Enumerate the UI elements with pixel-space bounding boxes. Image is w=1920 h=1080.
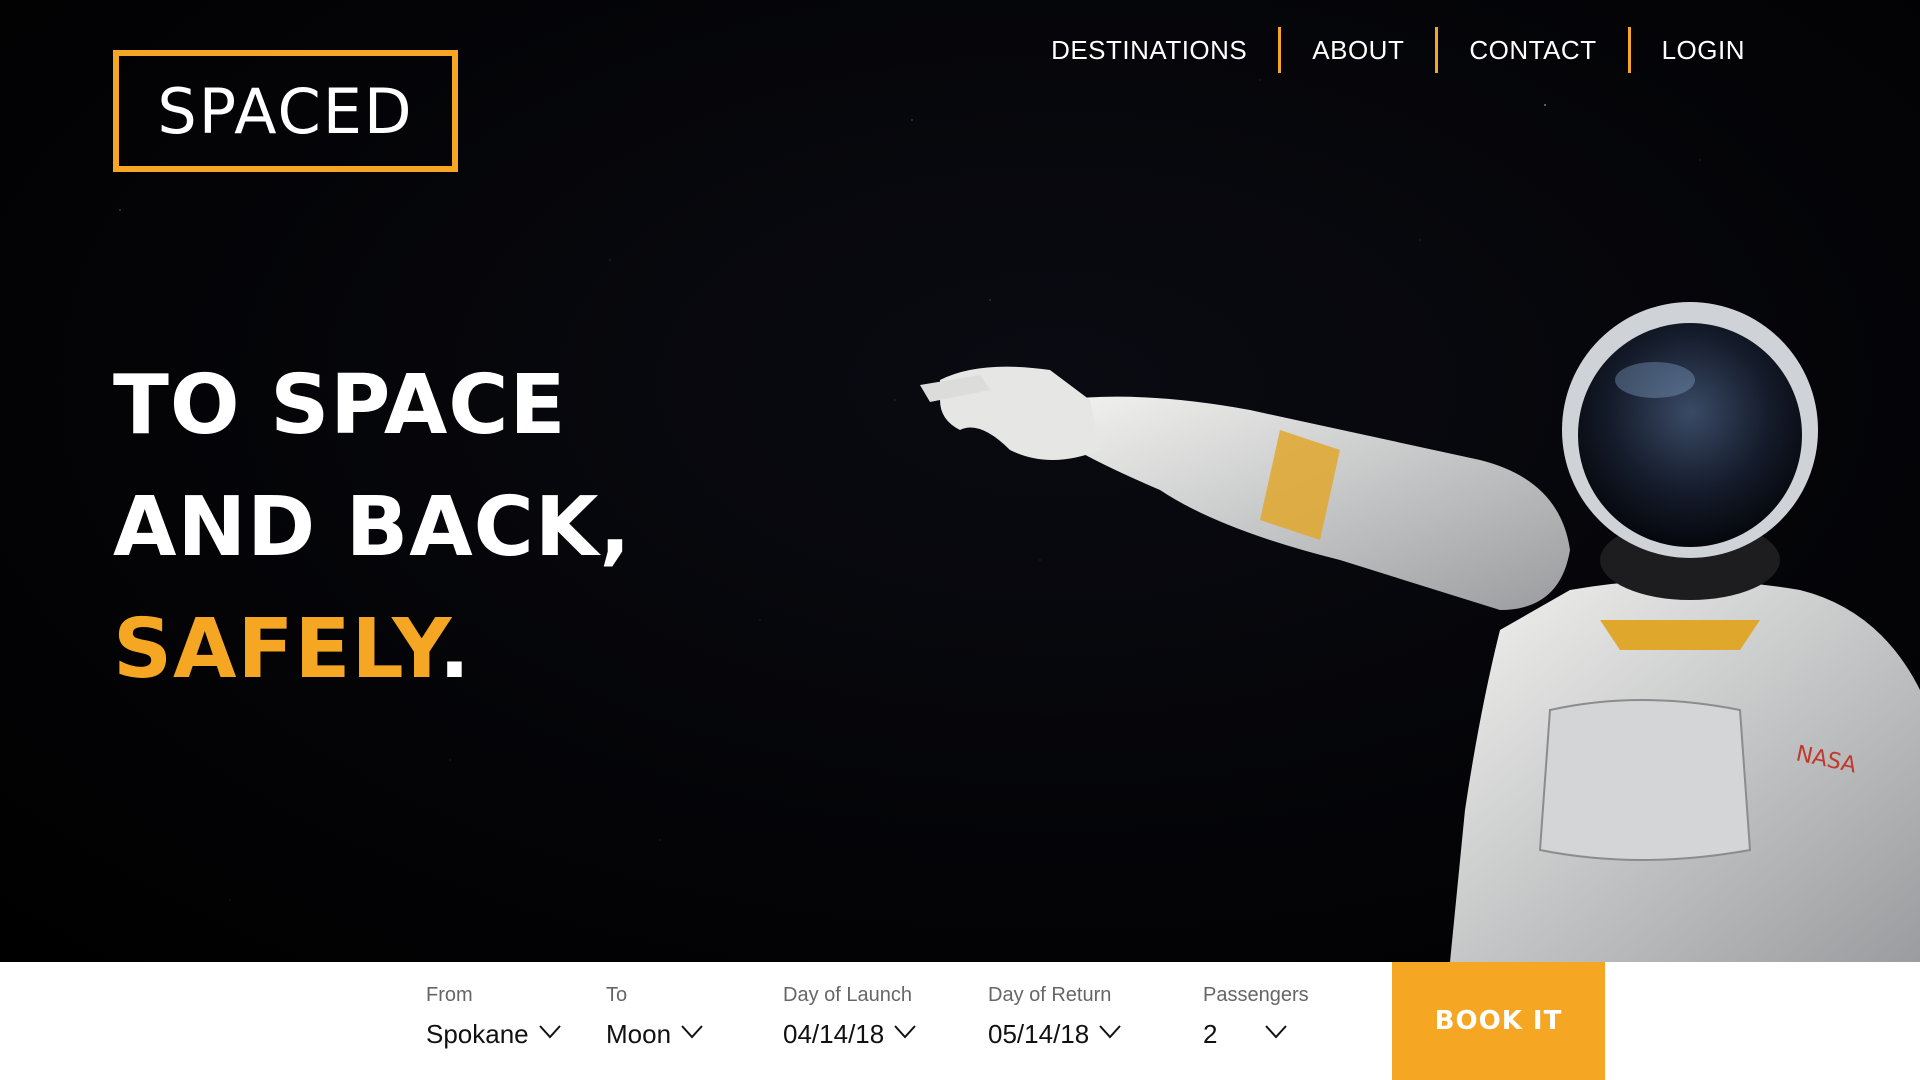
hero-headline: TO SPACE AND BACK, SAFELY. — [113, 345, 632, 711]
nav-login[interactable]: LOGIN — [1631, 26, 1745, 74]
nav-destinations[interactable]: DESTINATIONS — [1020, 26, 1278, 74]
nav-contact[interactable]: CONTACT — [1438, 26, 1627, 74]
headline-line-2: AND BACK, — [113, 480, 632, 575]
chevron-down-icon[interactable] — [681, 1024, 703, 1045]
booking-bar: From Spokane To Moon Day of Launch 04/14… — [0, 962, 1920, 1080]
passengers-value: 2 — [1203, 1019, 1218, 1049]
site-logo[interactable]: SPACED — [113, 50, 458, 172]
chevron-down-icon[interactable] — [538, 1024, 561, 1045]
chevron-down-icon[interactable] — [1099, 1024, 1121, 1045]
passengers-field[interactable]: Passengers 2 — [1203, 984, 1309, 1050]
launch-date-field[interactable]: Day of Launch 04/14/18 — [783, 984, 916, 1050]
headline-line-1: TO SPACE — [113, 358, 567, 453]
from-select[interactable]: Spokane — [426, 1019, 561, 1050]
logo-text: SPACED — [157, 74, 414, 148]
astronaut-image: NASA — [920, 302, 1920, 962]
to-label: To — [606, 984, 628, 1006]
headline-period: . — [438, 602, 471, 697]
main-nav: DESTINATIONS ABOUT CONTACT LOGIN — [1020, 26, 1745, 74]
book-it-button[interactable]: BOOK IT — [1392, 962, 1605, 1080]
return-date-value: 05/14/18 — [988, 1019, 1090, 1049]
nav-about[interactable]: ABOUT — [1281, 26, 1435, 74]
hero-section: SPACED DESTINATIONS ABOUT CONTACT LOGIN … — [0, 0, 1920, 962]
to-value: Moon — [606, 1019, 672, 1049]
from-value: Spokane — [426, 1019, 529, 1049]
return-date-select[interactable]: 05/14/18 — [988, 1019, 1121, 1050]
passengers-label: Passengers — [1203, 984, 1309, 1006]
passengers-select[interactable]: 2 — [1203, 1019, 1288, 1050]
launch-date-label: Day of Launch — [783, 984, 912, 1006]
to-field[interactable]: To Moon — [606, 984, 703, 1050]
launch-date-value: 04/14/18 — [783, 1019, 885, 1049]
headline-accent: SAFELY — [113, 602, 439, 697]
from-field[interactable]: From Spokane — [426, 984, 561, 1050]
to-select[interactable]: Moon — [606, 1019, 703, 1050]
chevron-down-icon[interactable] — [894, 1024, 916, 1045]
chevron-down-icon[interactable] — [1265, 1024, 1288, 1045]
launch-date-select[interactable]: 04/14/18 — [783, 1019, 916, 1050]
return-date-label: Day of Return — [988, 984, 1112, 1006]
from-label: From — [426, 984, 473, 1006]
return-date-field[interactable]: Day of Return 05/14/18 — [988, 984, 1121, 1050]
